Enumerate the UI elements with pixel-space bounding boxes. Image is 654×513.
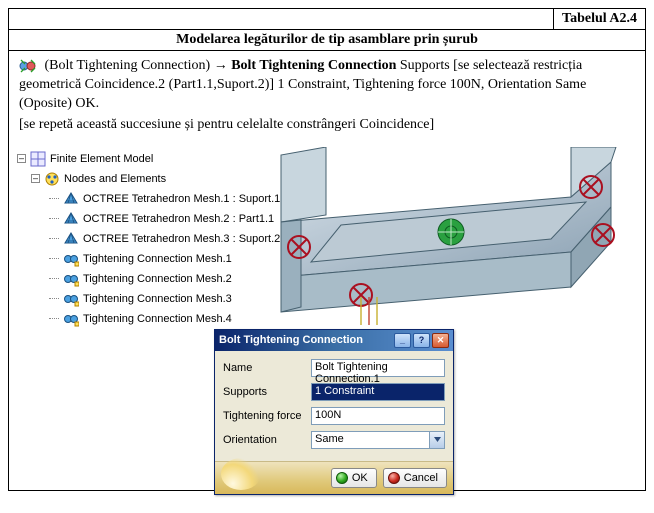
model-tree: – Finite Element Model – Nodes and Eleme…: [17, 149, 247, 329]
tree-item-label: Tightening Connection Mesh.4: [83, 313, 232, 325]
tightening-mesh-icon: [63, 271, 79, 287]
nodes-elements-icon: [44, 171, 60, 187]
name-label: Name: [223, 362, 305, 374]
minimize-button[interactable]: _: [394, 333, 411, 348]
ok-label: OK: [352, 472, 368, 484]
instr-text-a: (Bolt Tightening Connection): [45, 58, 214, 73]
tree-item-label: Tightening Connection Mesh.1: [83, 253, 232, 265]
cancel-button[interactable]: Cancel: [383, 468, 447, 488]
tightening-mesh-icon: [63, 291, 79, 307]
tree-item-label: Tightening Connection Mesh.2: [83, 273, 232, 285]
tree-item-label: Tightening Connection Mesh.3: [83, 293, 232, 305]
tree-item[interactable]: OCTREE Tetrahedron Mesh.2 : Part1.1: [49, 209, 247, 229]
tree-nae-label: Nodes and Elements: [64, 173, 166, 185]
table-title: Modelarea legăturilor de tip asamblare p…: [9, 30, 645, 51]
octree-mesh-icon: [63, 191, 79, 207]
assembly-3d-view: [241, 147, 641, 327]
octree-mesh-icon: [63, 231, 79, 247]
chevron-down-icon[interactable]: [429, 432, 444, 448]
tree-root-label: Finite Element Model: [50, 153, 153, 165]
table-number: Tabelul A2.4: [553, 9, 645, 29]
help-button[interactable]: ?: [413, 333, 430, 348]
force-label: Tightening force: [223, 410, 305, 422]
instruction-paragraph: (Bolt Tightening Connection) → Bolt Tigh…: [9, 51, 645, 145]
dialog-body: Name Bolt Tightening Connection.1 Suppor…: [215, 351, 453, 461]
name-field[interactable]: Bolt Tightening Connection.1: [311, 359, 445, 377]
close-button[interactable]: ✕: [432, 333, 449, 348]
table-header-row: Tabelul A2.4: [9, 9, 645, 30]
tightening-mesh-icon: [63, 311, 79, 327]
cancel-icon: [388, 472, 400, 484]
supports-label: Supports: [223, 386, 305, 398]
bolt-connection-tool-icon: [19, 57, 37, 75]
orientation-label: Orientation: [223, 434, 305, 446]
ok-icon: [336, 472, 348, 484]
figure-area: – Finite Element Model – Nodes and Eleme…: [9, 145, 645, 490]
expand-icon[interactable]: –: [31, 174, 40, 183]
orientation-select[interactable]: Same: [311, 431, 445, 449]
tree-item[interactable]: OCTREE Tetrahedron Mesh.1 : Suport.1: [49, 189, 247, 209]
supports-field[interactable]: 1 Constraint: [311, 383, 445, 401]
expand-icon[interactable]: –: [17, 154, 26, 163]
tree-item[interactable]: Tightening Connection Mesh.4: [49, 309, 247, 329]
dialog-title: Bolt Tightening Connection: [219, 334, 392, 346]
dialog-footer: OK Cancel: [215, 461, 453, 494]
fem-root-icon: [30, 151, 46, 167]
octree-mesh-icon: [63, 211, 79, 227]
tree-item[interactable]: OCTREE Tetrahedron Mesh.3 : Suport.2: [49, 229, 247, 249]
instr-note: [se repetă această succesiune și pentru …: [19, 116, 635, 135]
document-frame: Tabelul A2.4 Modelarea legăturilor de ti…: [8, 8, 646, 491]
ok-button[interactable]: OK: [331, 468, 377, 488]
tree-item[interactable]: Tightening Connection Mesh.1: [49, 249, 247, 269]
tree-nodes-and-elements[interactable]: – Nodes and Elements: [31, 169, 247, 189]
tree-item[interactable]: Tightening Connection Mesh.2: [49, 269, 247, 289]
tightening-force-field[interactable]: 100N: [311, 407, 445, 425]
arrow-icon: →: [214, 56, 228, 72]
tightening-mesh-icon: [63, 251, 79, 267]
cancel-label: Cancel: [404, 472, 438, 484]
tree-item[interactable]: Tightening Connection Mesh.3: [49, 289, 247, 309]
tree-root[interactable]: – Finite Element Model: [17, 149, 247, 169]
dialog-titlebar[interactable]: Bolt Tightening Connection _ ? ✕: [215, 330, 453, 351]
bolt-tightening-dialog: Bolt Tightening Connection _ ? ✕ Name Bo…: [214, 329, 454, 495]
instr-text-bold: Bolt Tightening Connection: [231, 58, 396, 73]
orientation-value: Same: [312, 432, 429, 448]
